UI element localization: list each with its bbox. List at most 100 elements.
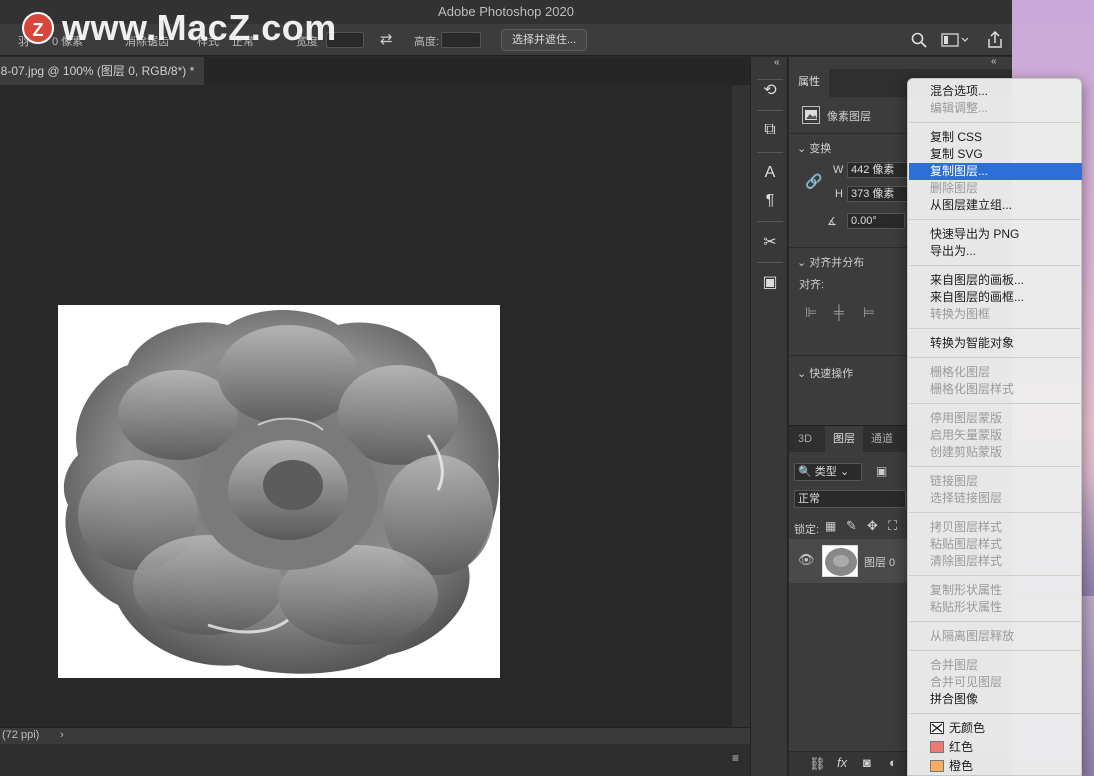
color-swatch-icon <box>930 760 944 772</box>
menu-item-label: 合并可见图层 <box>930 675 1003 689</box>
vertical-scrollbar[interactable] <box>732 85 750 727</box>
hamburger-icon[interactable]: ≡ <box>732 752 739 764</box>
layer-name[interactable]: 图层 0 <box>864 554 895 570</box>
menu-item-label: 无颜色 <box>949 721 986 735</box>
status-menu-arrow[interactable]: › <box>60 729 64 741</box>
photoshop-window: Adobe Photoshop 2020 羽 0 像素 消除锯齿 样式 正常 宽… <box>0 0 1012 776</box>
flower-image[interactable] <box>58 305 500 678</box>
fx-icon[interactable]: fx <box>837 756 847 769</box>
menu-item-label: 复制 CSS <box>930 130 983 144</box>
clone-source-icon[interactable]: ⧉ <box>760 120 780 140</box>
menu-item-label: 来自图层的画框... <box>930 290 1025 304</box>
menu-item-label: 转换为智能对象 <box>930 336 1015 350</box>
history-icon[interactable]: ⟲ <box>760 81 780 101</box>
height-input[interactable] <box>441 32 481 48</box>
align-header[interactable]: ⌄ 对齐并分布 <box>797 254 864 270</box>
swap-icon[interactable]: ⇄ <box>380 32 393 47</box>
document-tab[interactable]: 38-07.jpg @ 100% (图层 0, RGB/8*) * <box>0 57 204 85</box>
watermark: Z www.MacZ.com <box>22 7 337 48</box>
angle-icon: ∡ <box>827 216 837 228</box>
tab-channels[interactable]: 通道 <box>865 426 899 452</box>
menu-item: 清除图层样式 <box>909 553 1082 570</box>
menu-item[interactable]: 无颜色 <box>909 720 1082 739</box>
lock-move-icon[interactable]: ✥ <box>867 519 878 532</box>
add-mask-icon[interactable]: ◙ <box>863 756 871 769</box>
menu-item[interactable]: 橙色 <box>909 758 1082 776</box>
menu-item[interactable]: 来自图层的画框... <box>909 289 1082 306</box>
menu-item[interactable]: 复制 CSS <box>909 129 1082 146</box>
menu-item-label: 复制图层... <box>930 164 989 178</box>
menu-item[interactable]: 快速导出为 PNG <box>909 226 1082 243</box>
menu-item: 编辑调整... <box>909 100 1082 117</box>
lock-brush-icon[interactable]: ✎ <box>846 519 857 532</box>
pixel-layer-icon <box>802 106 820 127</box>
menu-item[interactable]: 红色 <box>909 739 1082 758</box>
menu-separator <box>909 265 1082 266</box>
workspace-icon[interactable] <box>941 33 969 50</box>
align-label: 对齐: <box>799 279 825 291</box>
tab-properties[interactable]: 属性 <box>789 69 829 97</box>
align-left-icon[interactable]: ⊫ <box>805 304 817 321</box>
bottom-bar: ≡ <box>0 744 750 776</box>
transform-header[interactable]: ⌄ 变换 <box>797 140 831 156</box>
menu-item-label: 拷贝图层样式 <box>930 520 1003 534</box>
menu-item[interactable]: 复制图层... <box>909 163 1082 180</box>
collapse-icon[interactable]: « <box>991 57 997 67</box>
menu-item-label: 转换为图框 <box>930 307 991 321</box>
link-icon[interactable]: 🔗 <box>805 174 822 188</box>
h-label: H <box>835 188 843 200</box>
menu-item-label: 拼合图像 <box>930 692 979 706</box>
layer-context-menu: 混合选项... 编辑调整... 复制 CSS 复制 SVG 复制图层... 删除图层 从图层… <box>907 78 1082 776</box>
angle-field[interactable]: 0.00° <box>847 213 905 229</box>
filter-image-icon[interactable]: ▣ <box>876 465 887 477</box>
menu-item: 栅格化图层 <box>909 364 1082 381</box>
menu-item-label: 选择链接图层 <box>930 491 1003 505</box>
tab-layers[interactable]: 图层 <box>825 426 863 452</box>
menu-item[interactable]: 来自图层的画板... <box>909 272 1082 289</box>
character-icon[interactable]: A <box>760 163 780 183</box>
menu-item[interactable]: 复制 SVG <box>909 146 1082 163</box>
filter-kind-select[interactable]: 🔍 类型 ⌄ <box>794 463 862 481</box>
menu-item-label: 橙色 <box>949 759 974 773</box>
height-field[interactable]: 373 像素 <box>847 186 909 202</box>
menu-item[interactable]: 从图层建立组... <box>909 197 1082 214</box>
canvas-area[interactable] <box>0 85 732 727</box>
menu-item-label: 清除图层样式 <box>930 554 1003 568</box>
menu-separator <box>909 466 1082 467</box>
artboard-icon[interactable]: ▣ <box>760 273 780 293</box>
visibility-eye-icon[interactable]: 👁 <box>798 553 815 566</box>
document-tab-label: 38-07.jpg @ 100% (图层 0, RGB/8*) * <box>0 64 195 78</box>
menu-item-label: 停用图层蒙版 <box>930 411 1003 425</box>
color-swatch-icon <box>930 741 944 753</box>
menu-item: 删除图层 <box>909 180 1082 197</box>
menu-item[interactable]: 导出为... <box>909 243 1082 260</box>
width-field[interactable]: 442 像素 <box>847 162 909 178</box>
lock-transparent-icon[interactable]: ▦ <box>825 520 836 532</box>
menu-separator <box>909 650 1082 651</box>
menu-item: 合并可见图层 <box>909 674 1082 691</box>
adjustment-layer-icon[interactable]: ◐ <box>889 756 897 769</box>
menu-item[interactable]: 转换为智能对象 <box>909 335 1082 352</box>
select-and-mask-button[interactable]: 选择并遮住... <box>501 29 588 51</box>
lock-artboard-icon[interactable]: ⛶ <box>888 519 897 532</box>
menu-item-label: 栅格化图层 <box>930 365 991 379</box>
menu-item: 从隔离图层释放 <box>909 628 1082 645</box>
menu-item: 粘贴图层样式 <box>909 536 1082 553</box>
tool-presets-icon[interactable]: ✂ <box>760 233 780 253</box>
blend-mode-select[interactable]: 正常 <box>794 490 906 508</box>
align-center-icon[interactable]: ╪ <box>834 304 844 320</box>
menu-item: 转换为图框 <box>909 306 1082 323</box>
menu-item: 合并图层 <box>909 657 1082 674</box>
menu-separator <box>909 403 1082 404</box>
tab-3d[interactable]: 3D <box>789 426 821 452</box>
layer-thumbnail[interactable] <box>822 545 858 577</box>
search-icon[interactable] <box>911 32 927 51</box>
share-icon[interactable] <box>986 30 1004 52</box>
align-right-icon[interactable]: ⊨ <box>863 304 875 321</box>
menu-item[interactable]: 拼合图像 <box>909 691 1082 708</box>
collapse-icon[interactable]: « <box>774 58 780 68</box>
quick-actions-header[interactable]: ⌄ 快速操作 <box>797 365 853 381</box>
link-layers-icon[interactable]: ⛓ <box>809 757 826 770</box>
paragraph-icon[interactable]: ¶ <box>760 191 780 211</box>
menu-item[interactable]: 混合选项... <box>909 83 1082 100</box>
